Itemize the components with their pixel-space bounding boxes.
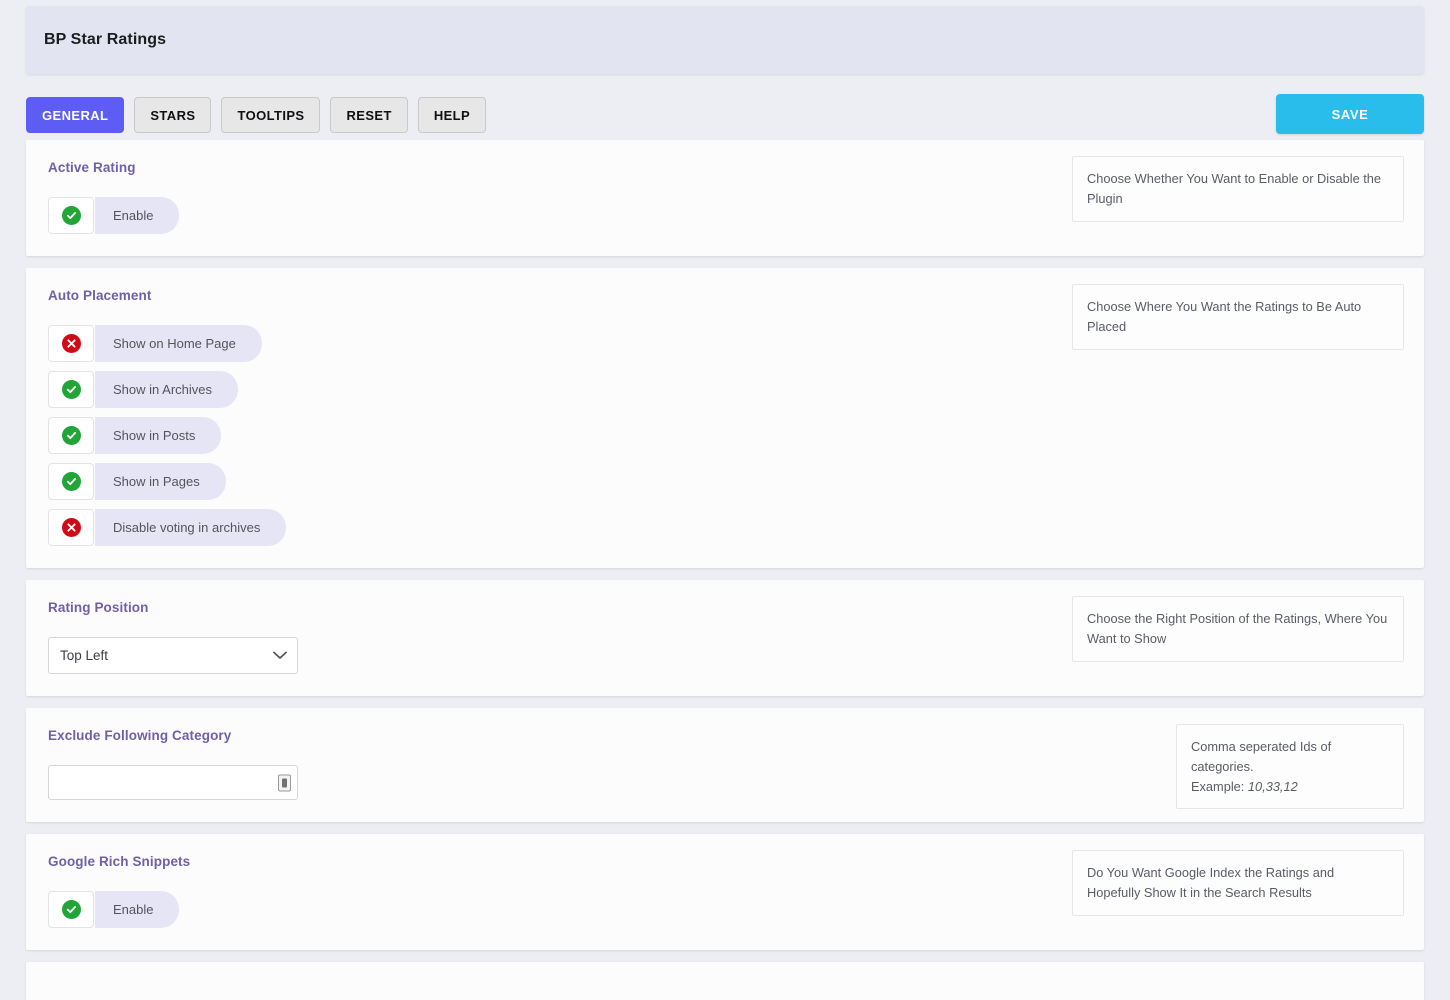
app-header: BP Star Ratings (26, 6, 1424, 74)
checkbox-label-enable-snippets[interactable]: Enable (95, 891, 180, 928)
checkbox-row-show-posts[interactable]: Show in Posts (48, 417, 222, 454)
help-text-google-rich-snippets: Do You Want Google Index the Ratings and… (1072, 850, 1404, 916)
tab-bar: GENERAL STARS TOOLTIPS RESET HELP SAVE (26, 90, 1424, 140)
cross-icon (61, 334, 81, 353)
tab-help[interactable]: HELP (417, 97, 487, 133)
check-icon (61, 206, 81, 225)
help-line-1: Comma seperated Ids of categories. (1191, 739, 1332, 774)
tab-stars[interactable]: STARS (134, 97, 212, 133)
rating-position-select-wrap: Top LeftTop RightTop CenterBottom LeftBo… (48, 637, 298, 674)
tab-reset[interactable]: RESET (330, 97, 408, 133)
panel-rating-position: Rating Position Choose the Right Positio… (26, 580, 1424, 696)
stepper-icon[interactable] (278, 774, 291, 791)
checkbox-row-show-archives[interactable]: Show in Archives (48, 371, 238, 408)
check-icon (61, 426, 81, 445)
exclude-category-input[interactable] (48, 765, 298, 800)
checkbox-row-disable-voting-archives[interactable]: Disable voting in archives (48, 509, 287, 546)
checkbox-label-show-pages[interactable]: Show in Pages (95, 463, 226, 500)
rating-position-select[interactable]: Top LeftTop RightTop CenterBottom LeftBo… (48, 637, 298, 674)
help-text-auto-placement: Choose Where You Want the Ratings to Be … (1072, 284, 1404, 350)
check-icon (61, 472, 81, 491)
checkbox-show-archives[interactable] (48, 371, 94, 408)
checkbox-enable-rating[interactable] (48, 197, 94, 234)
panel-google-rich-snippets: Google Rich Snippets Do You Want Google … (26, 834, 1424, 950)
panel-exclude-category: Exclude Following Category Comma seperat… (26, 708, 1424, 822)
tab-general[interactable]: GENERAL (26, 97, 125, 133)
checkbox-disable-voting-archives[interactable] (48, 509, 94, 546)
checkbox-label-enable-rating[interactable]: Enable (95, 197, 180, 234)
checkbox-row-show-home[interactable]: Show on Home Page (48, 325, 262, 362)
check-icon (61, 380, 81, 399)
settings-page: BP Star Ratings GENERAL STARS TOOLTIPS R… (0, 6, 1450, 1000)
checkbox-label-show-posts[interactable]: Show in Posts (95, 417, 222, 454)
checkbox-show-home[interactable] (48, 325, 94, 362)
panel-active-rating: Active Rating Choose Whether You Want to… (26, 140, 1424, 256)
cross-icon (61, 518, 81, 537)
help-text-active-rating: Choose Whether You Want to Enable or Dis… (1072, 156, 1404, 222)
checkbox-enable-snippets[interactable] (48, 891, 94, 928)
help-line-2-example: 10,33,12 (1247, 778, 1298, 794)
panel-next-partial (26, 962, 1424, 1000)
checkbox-row-enable-rating[interactable]: Enable (48, 197, 180, 234)
exclude-category-input-wrap (48, 765, 298, 800)
help-text-exclude-category: Comma seperated Ids of categories. Examp… (1176, 724, 1404, 810)
check-icon (61, 900, 81, 919)
checkbox-label-disable-voting-archives[interactable]: Disable voting in archives (95, 509, 287, 546)
save-button[interactable]: SAVE (1276, 94, 1424, 134)
help-text-rating-position: Choose the Right Position of the Ratings… (1072, 596, 1404, 662)
checkbox-row-show-pages[interactable]: Show in Pages (48, 463, 226, 500)
help-line-2-prefix: Example: (1191, 778, 1248, 794)
checkbox-show-posts[interactable] (48, 417, 94, 454)
tab-tooltips[interactable]: TOOLTIPS (221, 97, 321, 133)
page-title: BP Star Ratings (44, 31, 167, 48)
checkbox-label-show-home[interactable]: Show on Home Page (95, 325, 262, 362)
checkbox-show-pages[interactable] (48, 463, 94, 500)
checkbox-label-show-archives[interactable]: Show in Archives (95, 371, 238, 408)
panel-auto-placement: Auto Placement Choose Where You Want the… (26, 268, 1424, 568)
checkbox-row-enable-snippets[interactable]: Enable (48, 891, 180, 928)
